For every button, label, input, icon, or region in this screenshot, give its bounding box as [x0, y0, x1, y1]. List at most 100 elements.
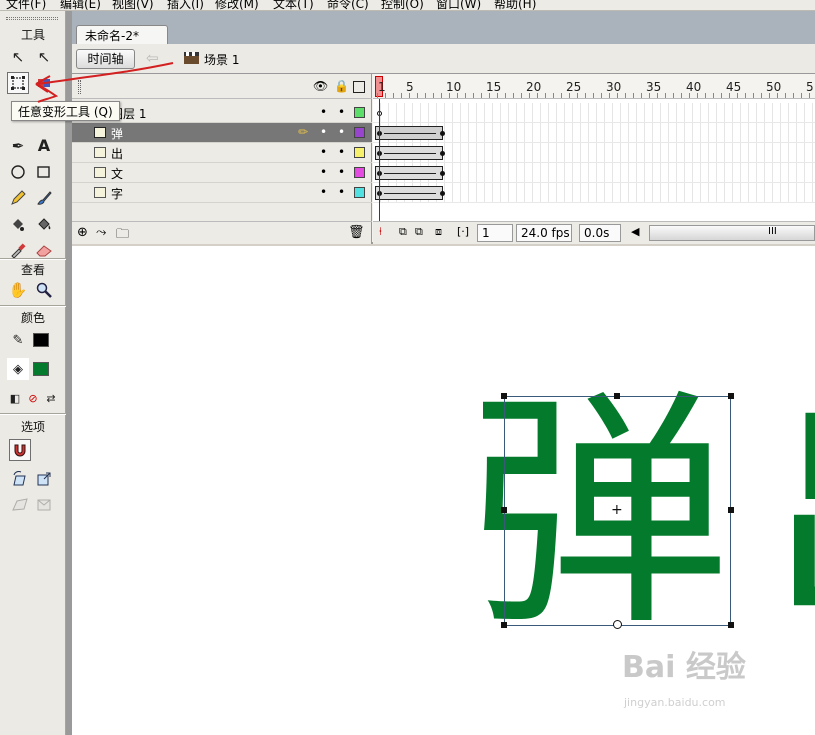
zoom-icon[interactable] [33, 279, 55, 301]
transform-handle-bl[interactable] [501, 622, 507, 628]
lock-dot[interactable]: • [338, 105, 345, 119]
layer-row[interactable]: 出 • • [72, 143, 372, 163]
add-guide-layer-icon[interactable]: ⤳ [96, 225, 106, 240]
timeline-toggle-button[interactable]: 时间轴 [76, 49, 135, 69]
outline-color-box[interactable] [354, 107, 365, 118]
menu-item[interactable]: 窗口(W) [436, 0, 481, 10]
layer-row[interactable]: 弹 ✏ • • [72, 123, 372, 143]
brush-icon[interactable] [33, 187, 55, 209]
oval-icon[interactable] [7, 161, 29, 183]
frame-row[interactable] [373, 143, 815, 163]
swap-colors-icon[interactable]: ⇄ [42, 387, 60, 409]
gradient-transform-icon[interactable] [33, 72, 55, 94]
transform-handle-tm[interactable] [614, 393, 620, 399]
visibility-dot[interactable]: • [320, 105, 327, 119]
subselect-arrow-icon[interactable]: ↖ [33, 46, 55, 68]
visibility-dot[interactable]: • [320, 185, 327, 199]
magnet-icon[interactable] [9, 439, 31, 461]
lock-dot[interactable]: • [338, 125, 345, 139]
menu-item[interactable]: 插入(I) [167, 0, 204, 10]
outline-color-box[interactable] [354, 167, 365, 178]
menu-item[interactable]: 编辑(E) [60, 0, 101, 10]
frame-row[interactable] [373, 103, 815, 123]
end-keyframe[interactable] [440, 131, 445, 136]
transform-handle-mr[interactable] [728, 507, 734, 513]
ruler-tick [665, 93, 666, 98]
visibility-dot[interactable]: • [320, 165, 327, 179]
menu-item[interactable]: 帮助(H) [494, 0, 536, 10]
motion-tween-span[interactable] [375, 186, 443, 200]
ruler-tick [537, 93, 538, 98]
stroke-color-swatch[interactable] [33, 333, 49, 347]
lock-icon[interactable]: 🔒 [334, 79, 349, 93]
onion-markers-icon[interactable]: [·] [457, 225, 469, 238]
end-keyframe[interactable] [440, 191, 445, 196]
visibility-dot[interactable]: • [320, 125, 327, 139]
ink-bottle-icon[interactable] [7, 213, 29, 235]
outline-color-box[interactable] [354, 127, 365, 138]
selection-arrow-icon[interactable]: ↖ [7, 46, 29, 68]
menu-item[interactable]: 控制(O) [381, 0, 424, 10]
edit-multiple-frames-icon[interactable]: ⧈ [435, 225, 442, 239]
timeline-grip[interactable] [78, 80, 81, 94]
black-white-icon[interactable]: ◧ [6, 387, 24, 409]
layer-row[interactable]: 文 • • [72, 163, 372, 183]
transform-pivot-icon[interactable]: + [611, 502, 623, 518]
transform-handle-ml[interactable] [501, 507, 507, 513]
menu-item[interactable]: 修改(M) [215, 0, 259, 10]
lock-dot[interactable]: • [338, 165, 345, 179]
motion-tween-span[interactable] [375, 166, 443, 180]
menu-item[interactable]: 命令(C) [327, 0, 369, 10]
transform-handle-bm[interactable] [613, 620, 622, 629]
lock-dot[interactable]: • [338, 185, 345, 199]
scroll-left-icon[interactable]: ◀ [631, 225, 639, 238]
free-transform-icon[interactable] [7, 72, 29, 94]
insert-folder-icon[interactable]: 🗀 [116, 225, 129, 247]
transform-handle-tl[interactable] [501, 393, 507, 399]
show-hide-eye-icon[interactable]: 👁 [313, 79, 328, 93]
frame-row[interactable] [373, 183, 815, 203]
menu-item[interactable]: 视图(V) [112, 0, 154, 10]
hand-icon[interactable]: ✋ [7, 279, 29, 301]
layer-row[interactable]: 字 • • [72, 183, 372, 203]
transform-handle-br[interactable] [728, 622, 734, 628]
current-frame-field[interactable]: 1 [477, 224, 513, 242]
frame-row[interactable] [373, 163, 815, 183]
no-color-icon[interactable]: ⊘ [24, 387, 42, 409]
fill-color-swatch[interactable] [33, 362, 49, 376]
pen-icon[interactable]: ✒ [7, 135, 29, 157]
text-icon[interactable]: A [33, 135, 55, 157]
delete-layer-icon[interactable]: 🗑 [348, 225, 365, 240]
rectangle-icon[interactable] [33, 161, 55, 183]
onion-outlines-icon[interactable]: ⧉ [415, 225, 423, 239]
frame-rate-field[interactable]: 24.0 fps [516, 224, 572, 242]
back-arrow-icon[interactable]: ⇦ [146, 49, 159, 67]
center-frame-icon[interactable]: ⍿ [379, 225, 382, 239]
panel-grip[interactable] [6, 17, 58, 20]
end-keyframe[interactable] [440, 171, 445, 176]
rotate-skew-icon[interactable] [9, 468, 31, 490]
stage-text-char-next[interactable]: 出 [768, 389, 815, 639]
outline-icon[interactable] [353, 81, 365, 93]
paint-bucket-icon[interactable] [33, 213, 55, 235]
stage[interactable]: 弹 出 + Bai 经验 jingyan.baidu.com [72, 246, 815, 735]
frame-ruler[interactable]: 1 5 10 15 20 25 30 35 40 45 50 5 [373, 74, 815, 99]
menu-item[interactable]: 文本(T) [273, 0, 314, 10]
insert-layer-icon[interactable]: ⊕ [77, 225, 88, 240]
outline-color-box[interactable] [354, 187, 365, 198]
timeline-horizontal-scrollbar[interactable]: III [649, 225, 815, 241]
motion-tween-span[interactable] [375, 146, 443, 160]
onion-skin-icon[interactable]: ⧉ [399, 225, 407, 239]
end-keyframe[interactable] [440, 151, 445, 156]
pencil-icon[interactable] [7, 187, 29, 209]
frame-row[interactable] [373, 123, 815, 143]
scale-icon[interactable] [33, 468, 55, 490]
visibility-dot[interactable]: • [320, 145, 327, 159]
transform-handle-tr[interactable] [728, 393, 734, 399]
document-tab[interactable]: 未命名-2* [76, 25, 168, 45]
motion-tween-span[interactable] [375, 126, 443, 140]
menu-item[interactable]: 文件(F) [6, 0, 46, 10]
outline-color-box[interactable] [354, 147, 365, 158]
scene-label[interactable]: 场景 1 [204, 51, 239, 68]
lock-dot[interactable]: • [338, 145, 345, 159]
